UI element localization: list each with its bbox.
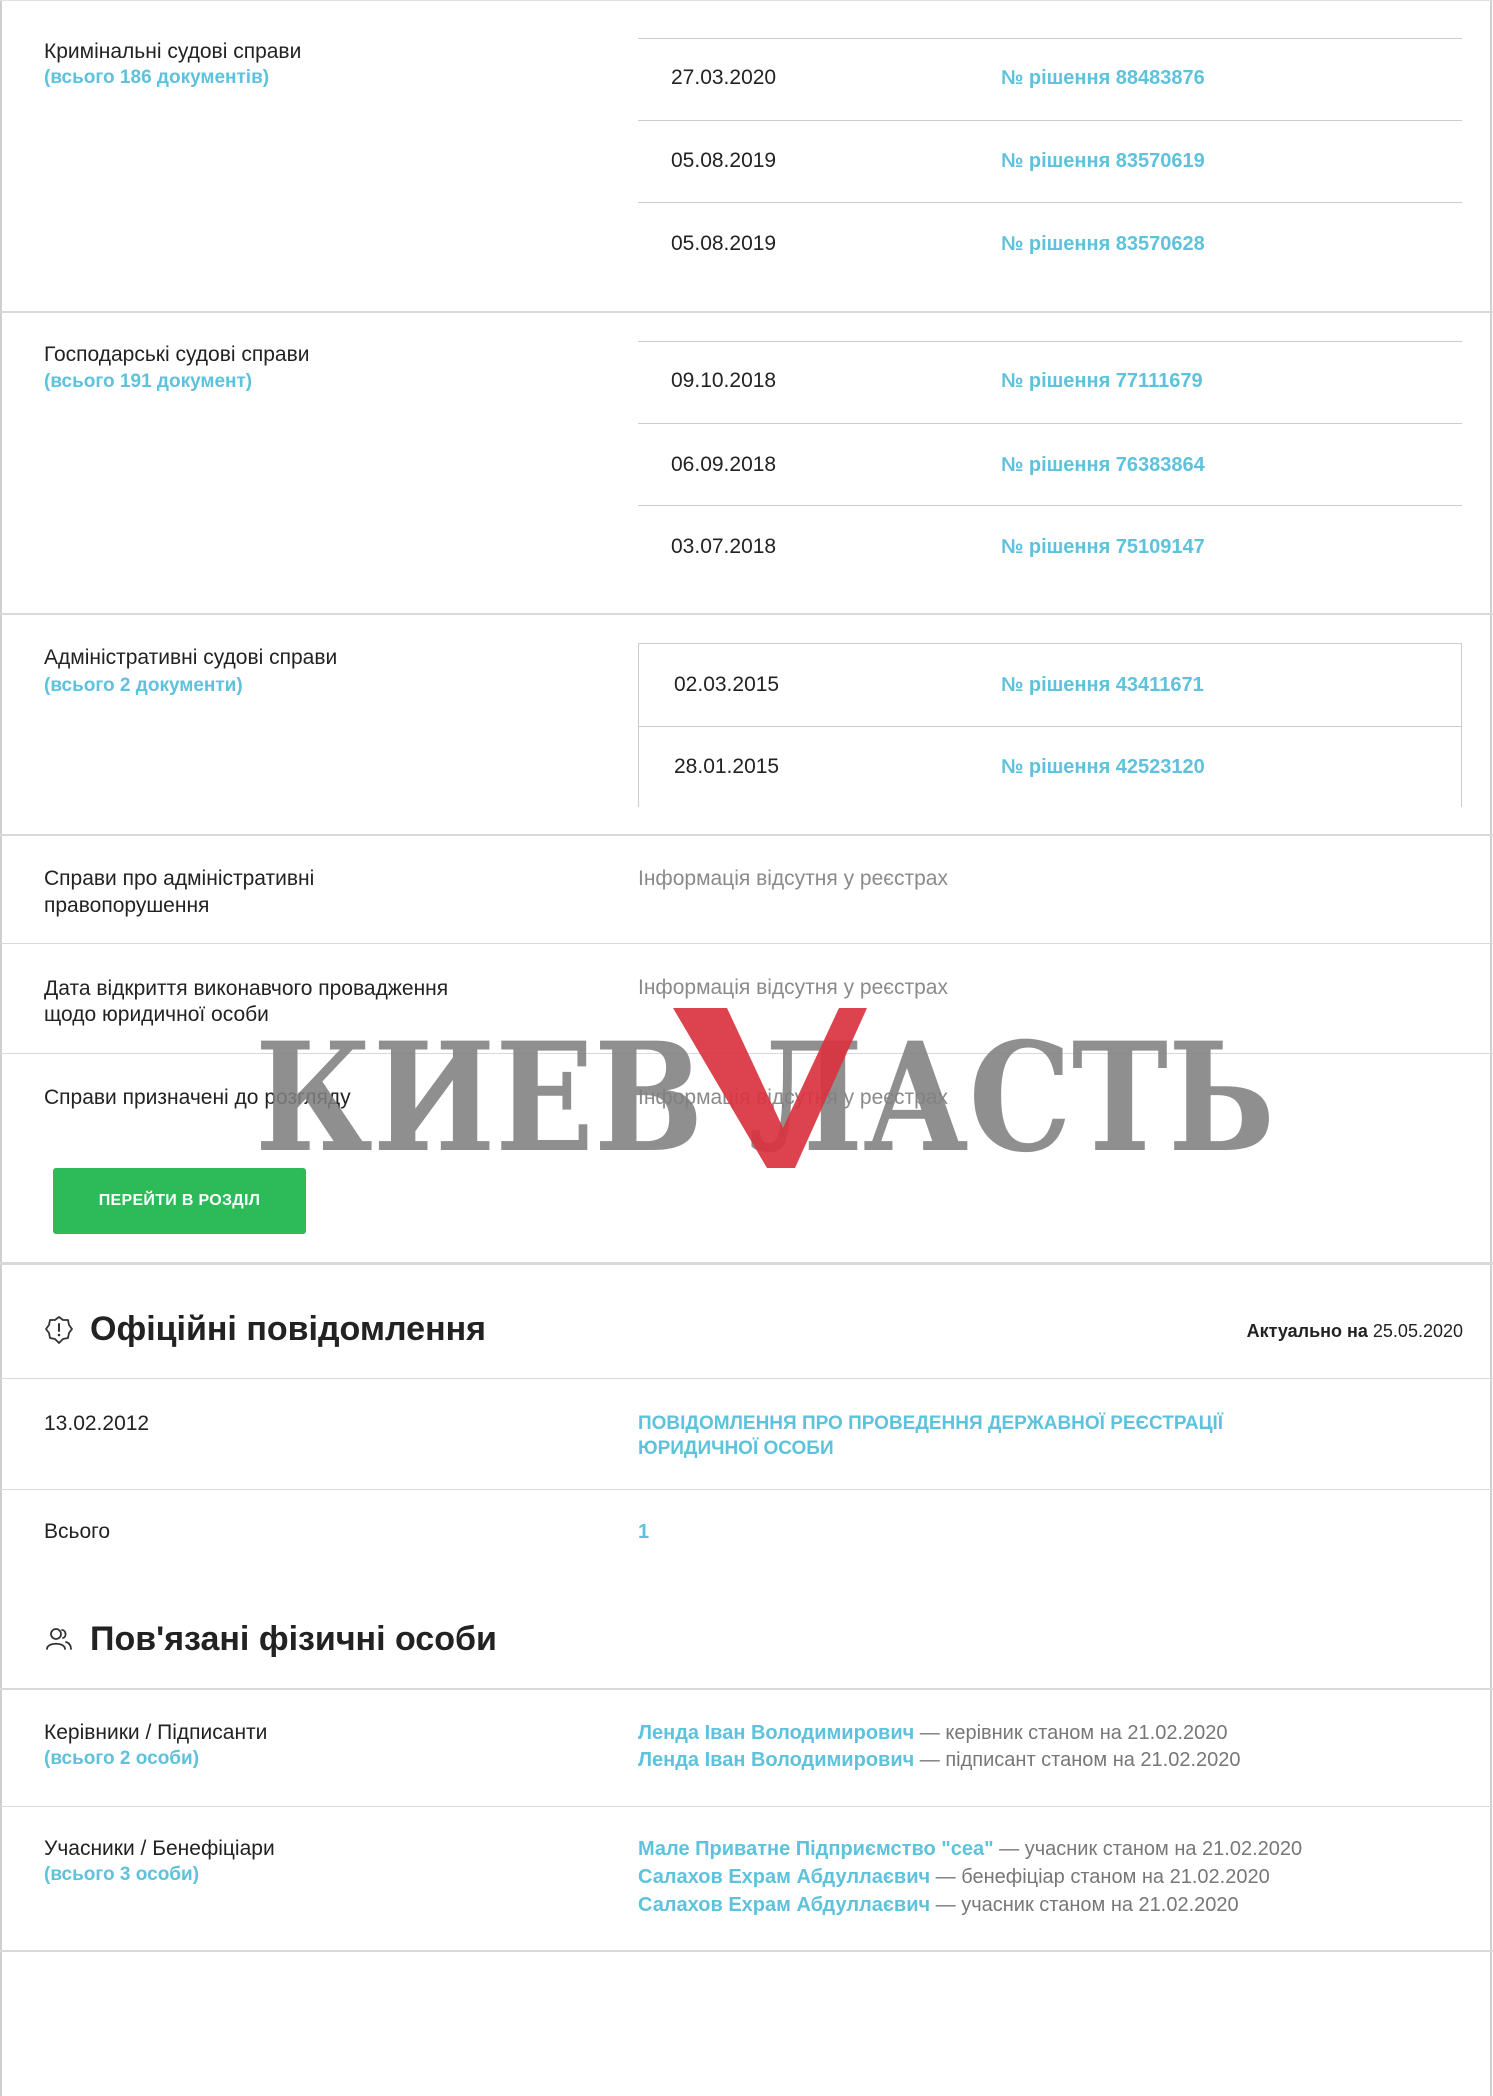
participant-entry: Салахов Ехрам Абдуллаєвич — бенефіціар с… [638,1863,1270,1891]
commercial-row-1-date: 09.10.2018 [671,369,777,392]
criminal-row-2-decision-link[interactable]: № рішення 83570619 [1001,147,1205,175]
administrative-row-2-date: 28.01.2015 [674,755,780,778]
commercial-row-1-decision-link[interactable]: № рішення 77111679 [1001,367,1203,395]
notice-link-line2[interactable]: ЮРИДИЧНОЇ ОСОБИ [638,1436,834,1462]
criminal-row-2-date: 05.08.2019 [671,149,777,172]
info-row-1-value: Інформація відсутня у реєстрах [638,867,948,890]
administrative-cases-count[interactable]: (всього 2 документи) [44,673,243,699]
managers-label: Керівники / Підписанти [44,1721,268,1744]
total-value[interactable]: 1 [638,1518,649,1546]
actual-as-of-date: 25.05.2020 [1372,1321,1463,1341]
court-cases-page: Кримінальні судові справи (всього 186 до… [0,0,1493,2096]
people-icon [46,1628,72,1650]
frame-right-border [1490,0,1492,2096]
participant-entry: Салахов Ехрам Абдуллаєвич — учасник стан… [638,1891,1239,1919]
row-divider [0,943,1493,944]
administrative-row-2-decision-link[interactable]: № рішення 42523120 [1001,753,1205,781]
commercial-cases-label: Господарські судові справи [44,343,310,366]
notice-link-line1[interactable]: ПОВІДОМЛЕННЯ ПРО ПРОВЕДЕННЯ ДЕРЖАВНОЇ РЕ… [638,1411,1223,1437]
person-role: — керівник станом на 21.02.2020 [914,1722,1228,1744]
person-role: — учасник станом на 21.02.2020 [930,1894,1239,1916]
commercial-row-3-decision-link[interactable]: № рішення 75109147 [1001,533,1205,561]
person-role: — підписант станом на 21.02.2020 [914,1749,1241,1771]
administrative-row-1-date: 02.03.2015 [674,673,780,696]
row-divider [0,1053,1493,1054]
info-row-2-value: Інформація відсутня у реєстрах [638,976,948,999]
related-persons-title: Пов'язані фізичні особи [90,1620,497,1658]
administrative-cases-label: Адміністративні судові справи [44,646,338,669]
administrative-row-1-decision-link[interactable]: № рішення 43411671 [1001,671,1204,699]
row-divider [0,1806,1493,1807]
person-role: — бенефіціар станом на 21.02.2020 [930,1866,1270,1888]
official-notices-title: Офіційні повідомлення [90,1310,486,1348]
participants-label: Учасники / Бенефіціари [44,1837,275,1860]
info-row-2-label-line2: щодо юридичної особи [44,1003,269,1026]
info-row-2-label-line1: Дата відкриття виконавчого провадження [44,977,449,1000]
section-divider [0,1688,1493,1690]
manager-entry: Ленда Іван Володимирович — підписант ста… [638,1746,1241,1774]
criminal-cases-count[interactable]: (всього 186 документів) [44,65,269,91]
row-divider [0,1378,1493,1379]
person-name-link[interactable]: Ленда Іван Володимирович [638,1722,914,1744]
commercial-row-2-date: 06.09.2018 [671,453,777,476]
criminal-row-divider [638,120,1462,121]
criminal-row-1-decision-link[interactable]: № рішення 88483876 [1001,64,1205,92]
info-row-3-value: Інформація відсутня у реєстрах [638,1086,948,1109]
commercial-row-3-date: 03.07.2018 [671,535,777,558]
commercial-row-divider [638,505,1462,506]
frame-left-border [0,0,2,2096]
info-row-3-label-line1: Справи призначені до розгляду [44,1086,351,1109]
criminal-row-divider [638,202,1462,203]
actual-as-of: Актуально на 25.05.2020 [1247,1318,1463,1344]
participants-count[interactable]: (всього 3 особи) [44,1862,199,1888]
administrative-table-right-edge [1461,643,1462,807]
section-divider [0,834,1493,836]
section-divider [0,613,1493,615]
administrative-table-top [638,643,1462,644]
criminal-row-3-date: 05.08.2019 [671,232,777,255]
section-divider [0,1262,1493,1265]
go-to-section-button[interactable]: ПЕРЕЙТИ В РОЗДІЛ [53,1168,306,1234]
commercial-row-2-decision-link[interactable]: № рішення 76383864 [1001,451,1205,479]
info-row-1-label-line2: правопорушення [44,894,210,917]
total-label: Всього [44,1520,111,1543]
criminal-table-top [638,38,1462,39]
commercial-cases-count[interactable]: (всього 191 документ) [44,369,252,395]
criminal-row-3-decision-link[interactable]: № рішення 83570628 [1001,230,1205,258]
administrative-table-left-edge [638,643,639,807]
person-role: — учасник станом на 21.02.2020 [993,1838,1303,1860]
managers-count[interactable]: (всього 2 особи) [44,1746,199,1772]
manager-entry: Ленда Іван Володимирович — керівник стан… [638,1719,1228,1747]
commercial-row-divider [638,423,1462,424]
info-row-1-label-line1: Справи про адміністративні [44,867,315,890]
participant-entry: Мале Приватне Підприємство "сеа" — учасн… [638,1835,1302,1863]
criminal-row-1-date: 27.03.2020 [671,66,777,89]
criminal-cases-label: Кримінальні судові справи [44,40,302,63]
administrative-row-divider [638,726,1462,727]
person-name-link[interactable]: Салахов Ехрам Абдуллаєвич [638,1866,930,1888]
top-border [0,0,1493,1]
commercial-table-top [638,341,1462,342]
person-name-link[interactable]: Салахов Ехрам Абдуллаєвич [638,1894,930,1916]
alert-badge-icon [45,1316,73,1344]
person-name-link[interactable]: Ленда Іван Володимирович [638,1749,914,1771]
actual-as-of-label: Актуально на [1246,1321,1368,1341]
person-name-link[interactable]: Мале Приватне Підприємство "сеа" [638,1838,994,1860]
section-divider [0,311,1493,313]
notice-date: 13.02.2012 [44,1412,150,1435]
section-divider [0,1950,1493,1952]
row-divider [0,1489,1493,1490]
